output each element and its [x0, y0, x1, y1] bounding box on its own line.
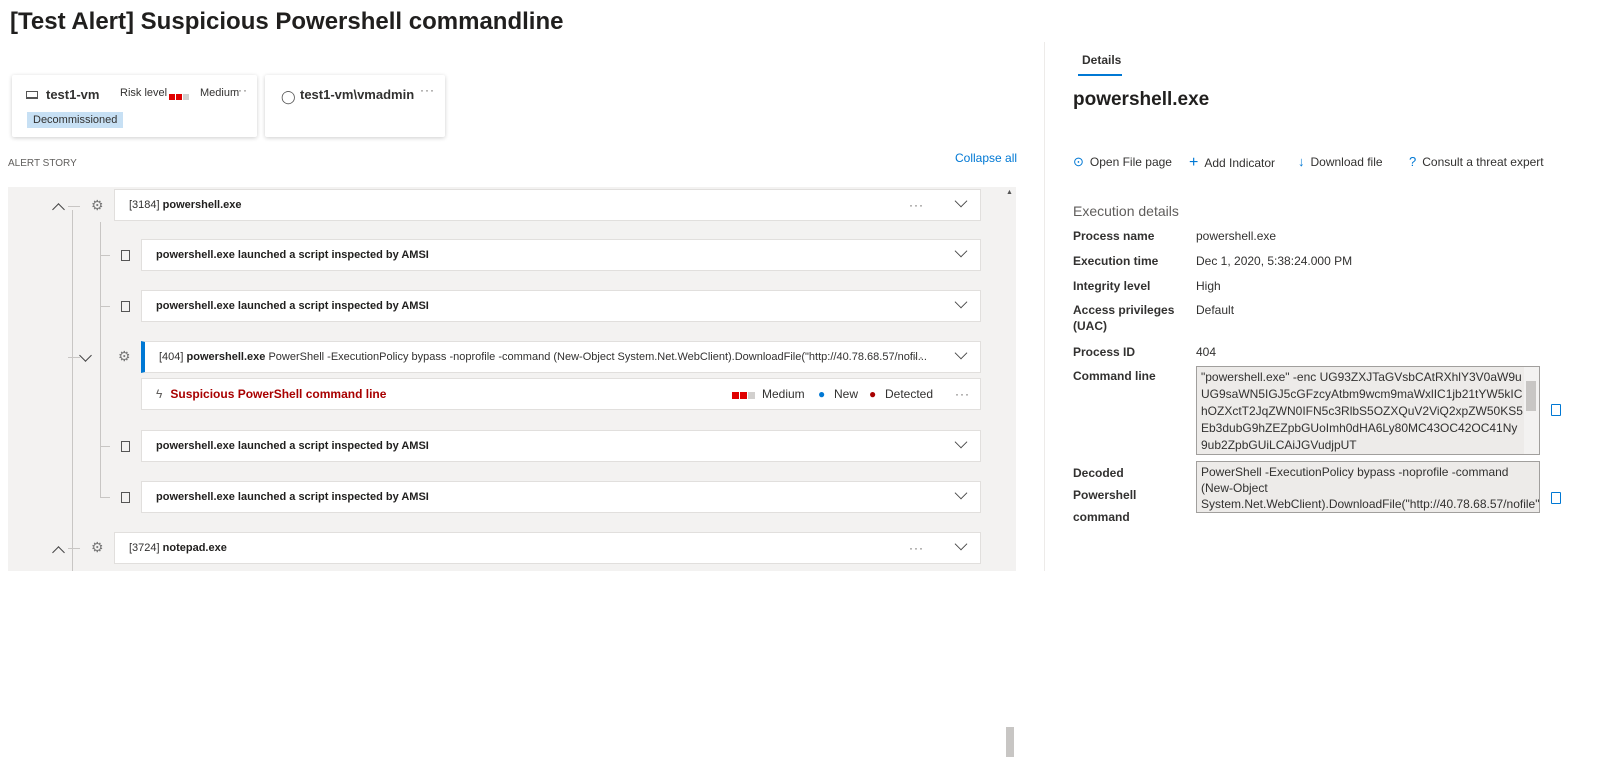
alert-title[interactable]: Suspicious PowerShell command line	[170, 387, 386, 401]
tab-details[interactable]: Details	[1082, 53, 1121, 67]
alert-row[interactable]: ϟ Suspicious PowerShell command line Med…	[141, 378, 981, 410]
textbox-scrollbar[interactable]	[1524, 367, 1539, 454]
field-label: Process name	[1073, 229, 1155, 243]
laptop-icon	[26, 91, 38, 99]
process-row-selected[interactable]: [404] powershell.exe PowerShell -Executi…	[141, 341, 981, 373]
user-more-button[interactable]: ···	[420, 83, 435, 97]
copy-icon[interactable]	[1551, 404, 1561, 416]
event-text: powershell.exe launched a script inspect…	[156, 440, 429, 452]
alert-story-label: ALERT STORY	[8, 158, 77, 169]
event-row[interactable]: powershell.exe launched a script inspect…	[141, 430, 981, 462]
process-row[interactable]: [3184] powershell.exe ···	[114, 189, 981, 221]
chevron-down-icon[interactable]	[954, 537, 968, 551]
command-line-textbox[interactable]: "powershell.exe" -enc UG93ZXJTaGVsbCAtRX…	[1196, 366, 1540, 455]
user-icon: ◯	[281, 89, 296, 104]
chevron-down-icon[interactable]	[954, 244, 968, 258]
row-more-button[interactable]: ···	[909, 198, 924, 212]
field-label: Command line	[1073, 369, 1156, 383]
collapse-all-link[interactable]: Collapse all	[955, 151, 1017, 165]
process-name: powershell.exe	[162, 199, 242, 211]
script-icon	[121, 250, 130, 261]
device-card[interactable]: test1-vm Risk level Medium ··· Decommiss…	[12, 75, 257, 137]
user-name[interactable]: test1-vm\vmadmin	[300, 87, 414, 102]
process-commandline: PowerShell -ExecutionPolicy bypass -nopr…	[268, 351, 927, 363]
download-file-button[interactable]: ↓ Download file	[1298, 154, 1383, 169]
question-icon: ?	[1409, 154, 1417, 169]
row-more-button[interactable]: ···	[909, 350, 924, 364]
alert-status: New	[834, 387, 859, 401]
lightning-icon: ϟ	[156, 387, 163, 401]
process-id-value: 404	[1196, 345, 1217, 359]
process-gear-icon: ⚙	[91, 539, 104, 555]
field-label: Process ID	[1073, 345, 1136, 359]
device-name[interactable]: test1-vm	[46, 87, 99, 102]
process-name: notepad.exe	[162, 542, 227, 554]
process-id: [3724]	[129, 542, 160, 554]
script-icon	[121, 492, 130, 503]
event-text: powershell.exe launched a script inspect…	[156, 491, 429, 503]
event-row[interactable]: powershell.exe launched a script inspect…	[141, 239, 981, 271]
add-indicator-button[interactable]: + Add Indicator	[1189, 154, 1275, 172]
event-text: powershell.exe launched a script inspect…	[156, 300, 429, 312]
execution-time-value: Dec 1, 2020, 5:38:24.000 PM	[1196, 254, 1353, 268]
field-label: Decoded Powershell command	[1073, 466, 1137, 524]
event-row[interactable]: powershell.exe launched a script inspect…	[141, 481, 981, 513]
field-label: Integrity level	[1073, 279, 1151, 293]
event-row[interactable]: powershell.exe launched a script inspect…	[141, 290, 981, 322]
row-more-button[interactable]: ···	[909, 541, 924, 555]
download-icon: ↓	[1298, 154, 1305, 169]
decoded-command-textbox[interactable]: PowerShell -ExecutionPolicy bypass -nopr…	[1196, 461, 1540, 513]
process-row[interactable]: [3724] notepad.exe ···	[114, 532, 981, 564]
page-title: [Test Alert] Suspicious Powershell comma…	[10, 8, 564, 35]
process-gear-icon: ⚙	[118, 348, 131, 364]
scrollbar[interactable]: ▲	[1003, 187, 1016, 757]
field-label: Access privileges (UAC)	[1073, 303, 1175, 333]
open-file-page-button[interactable]: ⊙ Open File page	[1073, 154, 1172, 170]
user-card[interactable]: ◯ test1-vm\vmadmin ···	[265, 75, 445, 137]
details-title: powershell.exe	[1073, 89, 1210, 110]
field-label: Execution time	[1073, 254, 1159, 268]
chevron-down-icon[interactable]	[954, 346, 968, 360]
alert-more-button[interactable]: ···	[955, 387, 970, 401]
panel-divider	[1044, 42, 1045, 571]
script-icon	[121, 441, 130, 452]
section-heading: Execution details	[1073, 203, 1179, 219]
chevron-down-icon[interactable]	[954, 295, 968, 309]
script-icon	[121, 301, 130, 312]
alert-severity: Medium	[762, 387, 805, 401]
dot-icon: ●	[869, 387, 877, 401]
integrity-level-value: High	[1196, 279, 1221, 293]
open-file-icon: ⊙	[1073, 154, 1084, 169]
chevron-down-icon[interactable]	[954, 435, 968, 449]
alert-detection: Detected	[885, 387, 934, 401]
risk-label: Risk level	[120, 87, 168, 99]
process-name: powershell.exe	[186, 351, 266, 363]
process-name-value: powershell.exe	[1196, 229, 1277, 243]
dot-icon: ●	[818, 387, 826, 401]
risk-bars	[169, 89, 190, 103]
copy-icon[interactable]	[1551, 492, 1561, 504]
process-id: [404]	[159, 351, 184, 363]
device-more-button[interactable]: ···	[233, 83, 248, 97]
process-id: [3184]	[129, 199, 160, 211]
plus-icon: +	[1189, 154, 1199, 171]
chevron-down-icon[interactable]	[954, 194, 968, 208]
chevron-down-icon[interactable]	[954, 486, 968, 500]
access-privileges-value: Default	[1196, 303, 1235, 317]
consult-expert-button[interactable]: ? Consult a threat expert	[1409, 154, 1544, 169]
status-badge: Decommissioned	[27, 112, 124, 128]
process-gear-icon: ⚙	[91, 197, 104, 213]
event-text: powershell.exe launched a script inspect…	[156, 249, 429, 261]
